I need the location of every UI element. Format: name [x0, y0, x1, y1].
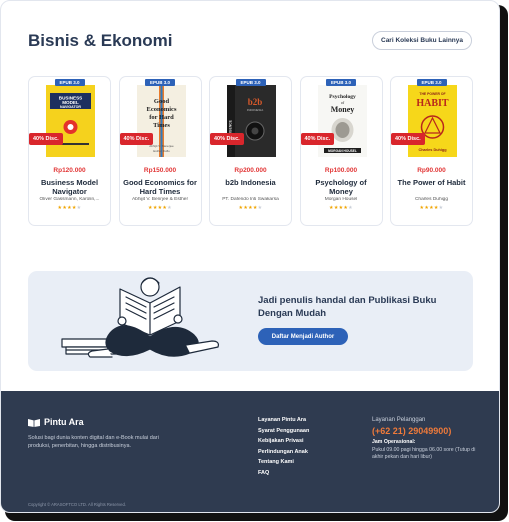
svg-text:Esther Duflo: Esther Duflo	[153, 149, 170, 153]
banner-headline: Jadi penulis handal dan Publikasi Buku D…	[258, 295, 437, 319]
footer-link-perlindungan[interactable]: Perlindungan Anak	[258, 449, 309, 455]
book-title[interactable]: b2b Indonesia	[213, 178, 288, 187]
customer-service: Layanan Pelanggan (+62 21) 29049900) Jam…	[372, 417, 487, 461]
svg-text:HABIT: HABIT	[416, 98, 449, 109]
book-title[interactable]: The Power of Habit	[394, 178, 469, 187]
footer: Pintu Ara Solusi bagi dunia konten digit…	[1, 391, 499, 512]
svg-text:b2b: b2b	[248, 97, 263, 107]
brand-name: Pintu Ara	[44, 417, 84, 427]
footer-links: Layanan Pintu Ara Syarat Penggunaan Kebi…	[258, 417, 309, 481]
author-banner: Jadi penulis handal dan Publikasi Buku D…	[28, 271, 473, 371]
rating-stars: ★★★★★	[238, 205, 263, 211]
book-list: BUSINESS MODEL NAVIGATOR EPUB 3.0 40% Di…	[28, 76, 473, 226]
footer-link-layanan[interactable]: Layanan Pintu Ara	[258, 417, 309, 423]
rating-stars: ★★★★★	[419, 205, 444, 211]
footer-link-syarat[interactable]: Syarat Penggunaan	[258, 428, 309, 434]
page: Bisnis & Ekonomi Cari Koleksi Buku Lainn…	[0, 0, 500, 513]
cs-hours: Pukul 09.00 pagi hingga 06.00 sore (Tutu…	[372, 447, 476, 460]
discount-badge: 40% Disc.	[210, 133, 244, 145]
discount-badge: 40% Disc.	[29, 133, 63, 145]
svg-text:Good: Good	[153, 98, 169, 105]
brand-description: Solusi bagi dunia konten digital dan e-B…	[28, 435, 159, 449]
section-title: Bisnis & Ekonomi	[28, 31, 173, 50]
book-card[interactable]: THE POWER OF HABIT Charles Duhigg EPUB 3…	[390, 76, 473, 226]
book-card[interactable]: Psychology of Money MORGAN HOUSEL EPUB 3…	[299, 76, 383, 226]
rating-stars: ★★★★★	[57, 205, 82, 211]
book-cover[interactable]: BUSINESS MODEL NAVIGATOR	[46, 85, 95, 157]
book-price: Rp100.000	[324, 167, 358, 174]
book-title[interactable]: Good Economics for Hard Times	[123, 178, 198, 196]
format-badge: EPUB 3.0	[416, 79, 447, 86]
more-collections-button[interactable]: Cari Koleksi Buku Lainnya	[372, 31, 472, 50]
book-title[interactable]: Psychology of Money	[304, 178, 379, 196]
book-author: Abhijit V. Benrjee & Esther	[131, 197, 189, 202]
svg-text:Charles Duhigg: Charles Duhigg	[418, 148, 447, 152]
book-price: Rp200.000	[234, 167, 267, 174]
format-badge: EPUB 3.0	[235, 79, 266, 86]
book-cover[interactable]: Good Economics for Hard Times Abhijit V.…	[136, 85, 186, 157]
format-badge: EPUB 3.0	[54, 79, 85, 86]
svg-text:Times: Times	[153, 122, 170, 129]
svg-text:Economics: Economics	[146, 106, 176, 113]
cs-label: Layanan Pelanggan	[372, 417, 426, 423]
discount-badge: 40% Disc.	[119, 133, 154, 145]
book-price: Rp120.000	[53, 167, 86, 174]
cs-operational-label: Jam Operasional:	[372, 439, 416, 445]
footer-link-privasi[interactable]: Kebijakan Privasi	[258, 438, 309, 444]
svg-text:THE POWER OF: THE POWER OF	[419, 92, 445, 96]
book-card[interactable]: BUSINESS MODEL NAVIGATOR EPUB 3.0 40% Di…	[28, 76, 111, 226]
discount-badge: 40% Disc.	[391, 133, 425, 145]
svg-text:for Hard: for Hard	[149, 114, 174, 121]
footer-link-faq[interactable]: FAQ	[258, 470, 309, 476]
format-badge: EPUB 3.0	[144, 79, 176, 86]
svg-text:Abhijit V. Banerjee: Abhijit V. Banerjee	[149, 144, 174, 148]
book-author: PT. Dafendo Inti Swakarsa	[222, 197, 279, 202]
book-card[interactable]: INTELLIGENCE b2b INDONESIA EPUB 3.0 40% …	[209, 76, 292, 226]
rating-stars: ★★★★★	[148, 205, 172, 211]
copyright: Copyright © ARASOFTCO LTD. All Rights Re…	[28, 502, 126, 507]
rating-stars: ★★★★★	[329, 205, 353, 211]
svg-text:MORGAN HOUSEL: MORGAN HOUSEL	[328, 149, 357, 153]
book-card[interactable]: Good Economics for Hard Times Abhijit V.…	[118, 76, 202, 226]
footer-brand[interactable]: Pintu Ara	[28, 417, 84, 427]
format-badge: EPUB 3.0	[325, 79, 357, 86]
book-price: Rp90.000	[417, 167, 446, 174]
svg-text:INDONESIA: INDONESIA	[247, 108, 264, 112]
reading-person-illustration	[61, 277, 219, 358]
book-cover[interactable]: Psychology of Money MORGAN HOUSEL	[317, 85, 367, 157]
svg-text:Money: Money	[330, 105, 354, 114]
cs-phone[interactable]: (+62 21) 29049900)	[372, 426, 487, 436]
book-author: Morgan Housel	[324, 197, 358, 202]
book-logo-icon	[28, 418, 40, 427]
discount-badge: 40% Disc.	[300, 133, 335, 145]
book-author: Charles Duhigg	[414, 197, 449, 202]
book-cover[interactable]: THE POWER OF HABIT Charles Duhigg	[408, 85, 457, 157]
book-author: Oliver Gassmann, Karolin,...	[39, 197, 100, 202]
become-author-button[interactable]: Daftar Menjadi Author	[258, 328, 348, 345]
book-price: Rp150.000	[143, 167, 177, 174]
book-title[interactable]: Business Model Navigator	[32, 178, 107, 196]
book-cover[interactable]: INTELLIGENCE b2b INDONESIA	[227, 85, 276, 157]
svg-text:NAVIGATOR: NAVIGATOR	[60, 105, 81, 109]
footer-link-tentang[interactable]: Tentang Kami	[258, 459, 309, 465]
